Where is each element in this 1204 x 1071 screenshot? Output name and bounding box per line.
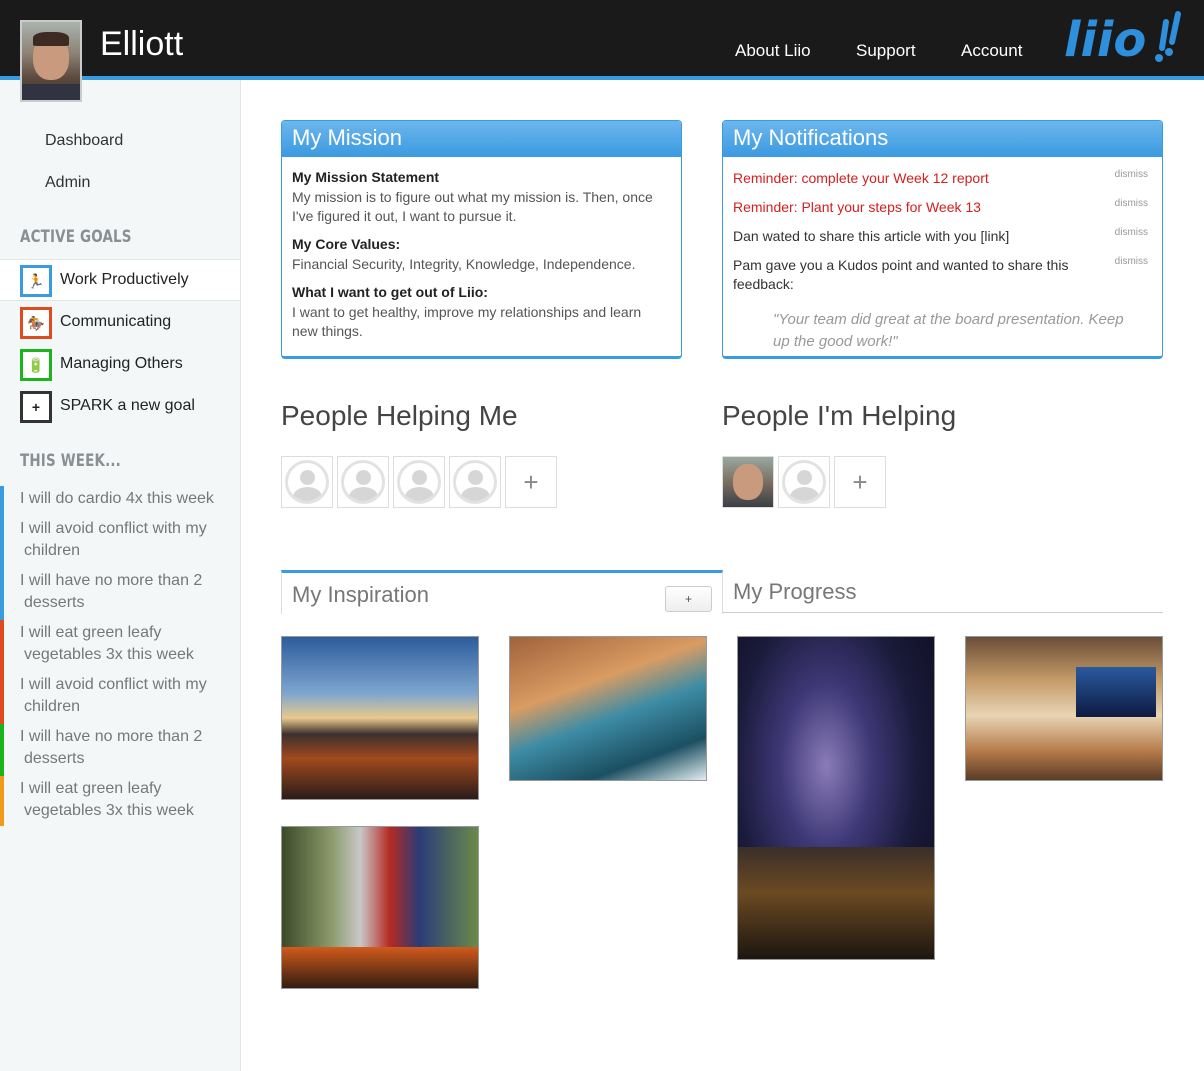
- this-week-heading: THIS WEEK...: [20, 451, 121, 471]
- inspiration-image-canyon[interactable]: [281, 636, 479, 800]
- avatar[interactable]: [20, 20, 82, 102]
- goal-spark-new[interactable]: + SPARK a new goal: [0, 386, 240, 428]
- mission-statement-text: My mission is to figure out what my miss…: [292, 189, 653, 224]
- goal-label: Work Productively: [60, 271, 189, 288]
- logo[interactable]: liio: [1062, 4, 1192, 68]
- window-view: [1076, 667, 1156, 717]
- notification-item[interactable]: Dan wated to share this article with you…: [733, 227, 1073, 246]
- avatar-hair: [33, 32, 69, 46]
- active-goals-heading: ACTIVE GOALS: [20, 227, 132, 247]
- core-values-text: Financial Security, Integrity, Knowledge…: [292, 256, 636, 272]
- week-item[interactable]: I will avoid conflict with my children: [0, 516, 240, 568]
- add-helping-button[interactable]: +: [834, 456, 886, 508]
- inspiration-image-climber[interactable]: [509, 636, 707, 781]
- logo-mark-2: [1169, 11, 1181, 45]
- inspiration-image-milky-way[interactable]: [737, 636, 935, 960]
- person-photo[interactable]: [722, 456, 774, 508]
- add-helper-button[interactable]: +: [505, 456, 557, 508]
- rider-icon: 🏇: [20, 307, 52, 339]
- add-inspiration-button[interactable]: +: [665, 586, 712, 612]
- dismiss-button[interactable]: dismiss: [1115, 169, 1148, 180]
- notification-item[interactable]: Pam gave you a Kudos point and wanted to…: [733, 256, 1073, 294]
- avatar-shirt: [22, 84, 80, 100]
- week-item[interactable]: I will do cardio 4x this week: [0, 486, 240, 516]
- motorcycle: [282, 947, 478, 988]
- plus-icon: +: [20, 391, 52, 423]
- people-im-helping-title: People I'm Helping: [722, 400, 957, 431]
- sidebar-link-admin[interactable]: Admin: [45, 174, 90, 192]
- week-item[interactable]: I will have no more than 2 desserts: [0, 568, 240, 620]
- notifications-title: My Notifications: [723, 121, 1162, 157]
- kudos-quote: "Your team did great at the board presen…: [773, 311, 1124, 350]
- mission-panel: My Mission My Mission Statement My missi…: [281, 120, 682, 359]
- week-item[interactable]: I will avoid conflict with my children: [0, 672, 240, 724]
- inspiration-image-iron-man[interactable]: [281, 826, 479, 989]
- week-item[interactable]: I will have no more than 2 desserts: [0, 724, 240, 776]
- logo-dot-2: [1165, 48, 1173, 56]
- logo-text: liio: [1064, 12, 1146, 68]
- user-placeholder-icon: [285, 460, 329, 504]
- person-avatar[interactable]: [337, 456, 389, 508]
- user-placeholder-icon: [341, 460, 385, 504]
- goal-work-productively[interactable]: 🏃 Work Productively: [0, 259, 240, 301]
- user-placeholder-icon: [397, 460, 441, 504]
- nav-support[interactable]: Support: [856, 40, 916, 62]
- mission-statement-label: My Mission Statement: [292, 169, 440, 185]
- week-item[interactable]: I will eat green leafy vegetables 3x thi…: [0, 776, 240, 826]
- nav-about[interactable]: About Liio: [735, 40, 811, 62]
- logo-mark-1: [1159, 19, 1169, 51]
- want-label: What I want to get out of Liio:: [292, 284, 488, 300]
- user-placeholder-icon: [782, 460, 826, 504]
- core-values-label: My Core Values:: [292, 236, 401, 252]
- goal-label: Managing Others: [60, 355, 183, 372]
- sidebar-link-dashboard[interactable]: Dashboard: [45, 132, 123, 150]
- notification-item[interactable]: Reminder: complete your Week 12 report: [733, 169, 1073, 188]
- want-text: I want to get healthy, improve my relati…: [292, 304, 642, 339]
- tab-my-progress[interactable]: My Progress: [723, 570, 1163, 614]
- person-avatar[interactable]: [449, 456, 501, 508]
- dismiss-button[interactable]: dismiss: [1115, 256, 1148, 267]
- goal-label: Communicating: [60, 313, 172, 330]
- goal-communicating[interactable]: 🏇 Communicating: [0, 302, 240, 344]
- notifications-panel: My Notifications Reminder: complete your…: [722, 120, 1163, 359]
- person-avatar[interactable]: [778, 456, 830, 508]
- sidebar: Dashboard Admin ACTIVE GOALS 🏃 Work Prod…: [0, 80, 241, 1071]
- person-avatar[interactable]: [393, 456, 445, 508]
- notification-item[interactable]: Reminder: Plant your steps for Week 13: [733, 198, 1073, 217]
- runner-icon: 🏃: [20, 265, 52, 297]
- dismiss-button[interactable]: dismiss: [1115, 198, 1148, 209]
- goal-managing-others[interactable]: 🔋 Managing Others: [0, 344, 240, 386]
- tab-label: My Progress: [733, 579, 857, 604]
- nav-account[interactable]: Account: [961, 40, 1022, 62]
- logo-dot-1: [1155, 54, 1163, 62]
- goal-label: SPARK a new goal: [60, 397, 195, 414]
- tab-label: My Inspiration: [292, 582, 429, 607]
- person-face: [733, 464, 763, 500]
- user-placeholder-icon: [453, 460, 497, 504]
- mission-title: My Mission: [282, 121, 681, 157]
- bottle-icon: 🔋: [20, 349, 52, 381]
- inspiration-image-living-room[interactable]: [965, 636, 1163, 781]
- tab-divider: [723, 612, 1163, 613]
- dismiss-button[interactable]: dismiss: [1115, 227, 1148, 238]
- person-avatar[interactable]: [281, 456, 333, 508]
- username: Elliott: [100, 25, 184, 63]
- people-helping-me-title: People Helping Me: [281, 400, 518, 431]
- mountain-silhouette: [738, 847, 934, 959]
- week-item[interactable]: I will eat green leafy vegetables 3x thi…: [0, 620, 240, 672]
- tab-my-inspiration[interactable]: My Inspiration: [281, 570, 723, 614]
